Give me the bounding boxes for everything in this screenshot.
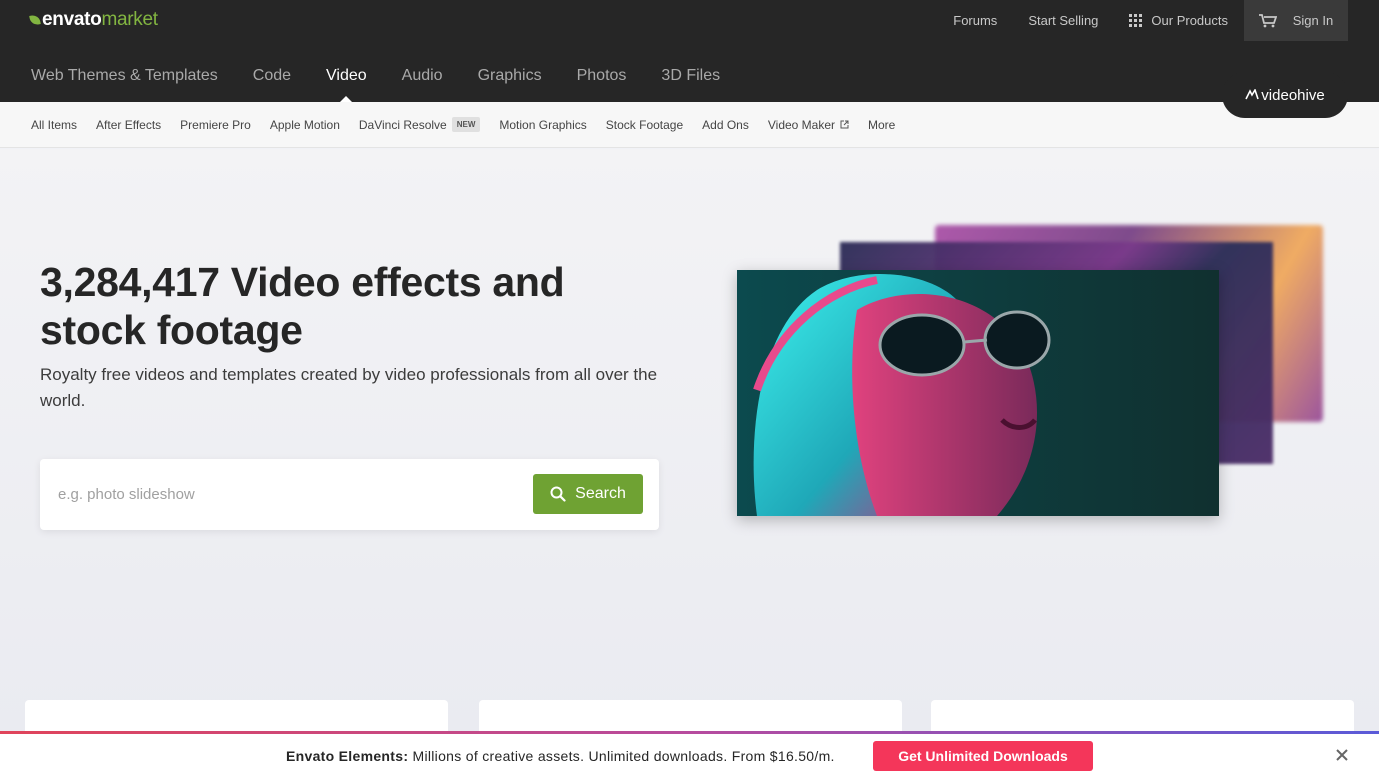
grid-icon — [1129, 14, 1143, 27]
subnav-after-effects[interactable]: After Effects — [96, 118, 161, 132]
category-nav: Web Themes & Templates Code Video Audio … — [31, 60, 755, 102]
subnav-video-maker[interactable]: Video Maker — [768, 118, 849, 132]
subnav-add-ons[interactable]: Add Ons — [702, 118, 749, 132]
videohive-label: videohive — [1261, 86, 1325, 104]
tab-video[interactable]: Video — [326, 60, 367, 102]
envato-market-logo[interactable]: envato market — [29, 8, 158, 32]
start-selling-link[interactable]: Start Selling — [1028, 13, 1098, 28]
top-links: Forums Start Selling Our Products Sign I… — [922, 0, 1348, 41]
promo-message: Millions of creative assets. Unlimited d… — [412, 748, 835, 764]
promo-brand: Envato Elements: — [286, 748, 409, 764]
subnav-davinci-resolve[interactable]: DaVinci Resolve NEW — [359, 117, 481, 132]
top-header: envato market Forums Start Selling Our P… — [0, 0, 1379, 102]
cart-icon[interactable] — [1258, 13, 1277, 28]
close-icon[interactable] — [1335, 748, 1349, 762]
promo-stripe — [0, 731, 1379, 734]
tab-audio[interactable]: Audio — [402, 60, 443, 92]
promo-text: Envato Elements: Millions of creative as… — [286, 748, 835, 764]
logo-primary: envato — [42, 9, 102, 30]
sign-in-button[interactable]: Sign In — [1244, 0, 1348, 41]
preview-image-front — [737, 270, 1219, 516]
subnav-more[interactable]: More — [868, 118, 895, 132]
search-button[interactable]: Search — [533, 474, 643, 514]
our-products-menu[interactable]: Our Products — [1129, 13, 1228, 28]
sub-nav: All Items After Effects Premiere Pro App… — [0, 102, 1379, 148]
forums-link[interactable]: Forums — [953, 13, 997, 28]
subnav-stock-footage[interactable]: Stock Footage — [606, 118, 683, 132]
subnav-davinci-label: DaVinci Resolve — [358, 117, 447, 132]
videohive-logo-icon — [1245, 89, 1260, 100]
external-link-icon — [840, 120, 849, 129]
our-products-label: Our Products — [1151, 13, 1228, 28]
videohive-badge[interactable]: videohive — [1222, 72, 1348, 118]
leaf-icon — [29, 14, 41, 26]
get-unlimited-downloads-button[interactable]: Get Unlimited Downloads — [873, 741, 1093, 771]
search-input[interactable] — [58, 477, 518, 511]
subnav-all-items[interactable]: All Items — [31, 118, 77, 132]
hero-subheadline: Royalty free videos and templates create… — [40, 365, 658, 410]
subnav-video-maker-label: Video Maker — [767, 117, 836, 132]
subnav-apple-motion[interactable]: Apple Motion — [270, 118, 340, 132]
subnav-premiere-pro[interactable]: Premiere Pro — [180, 118, 251, 132]
tab-3d-files[interactable]: 3D Files — [661, 60, 720, 92]
new-badge: NEW — [451, 117, 481, 132]
subnav-motion-graphics[interactable]: Motion Graphics — [499, 118, 586, 132]
tab-web-themes[interactable]: Web Themes & Templates — [31, 60, 218, 92]
tab-photos[interactable]: Photos — [577, 60, 627, 92]
search-icon — [550, 486, 566, 502]
search-box: Search — [40, 459, 659, 530]
logo-secondary: market — [101, 9, 158, 30]
hero-headline: 3,284,417 Video effects and stock footag… — [40, 259, 565, 353]
tab-graphics[interactable]: Graphics — [478, 60, 542, 92]
tab-code[interactable]: Code — [253, 60, 291, 92]
sign-in-label: Sign In — [1292, 13, 1334, 28]
portrait-illustration — [737, 270, 1219, 516]
promo-bar: Envato Elements: Millions of creative as… — [0, 731, 1379, 780]
search-button-label: Search — [575, 485, 626, 502]
